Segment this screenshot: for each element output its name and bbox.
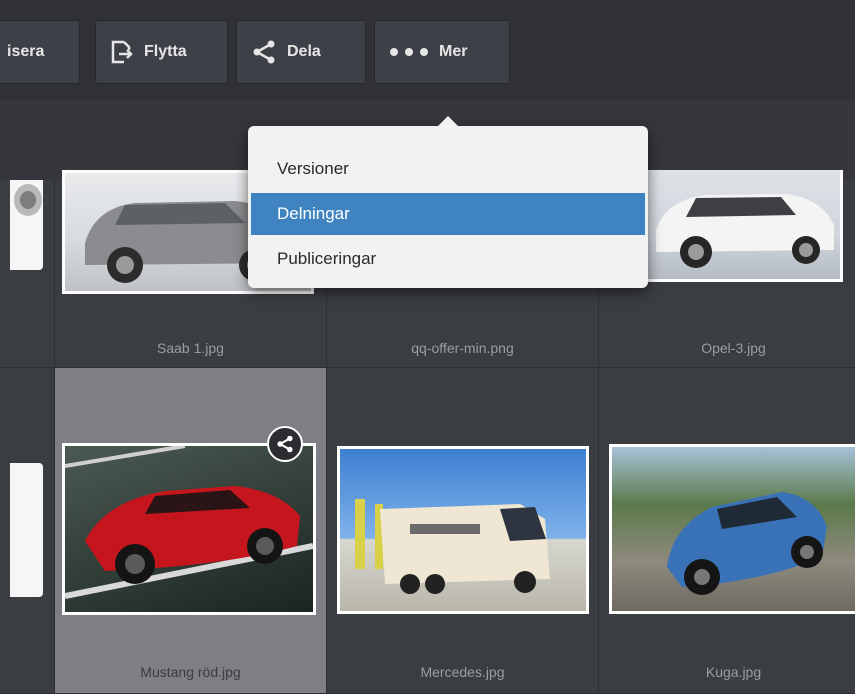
- car-graphic: [667, 492, 827, 595]
- more-button[interactable]: Mer: [374, 20, 510, 84]
- more-button-label: Mer: [439, 43, 468, 60]
- file-tile[interactable]: [0, 180, 55, 368]
- move-button[interactable]: Flytta: [95, 20, 228, 84]
- thumbnail-image: [609, 444, 855, 614]
- move-icon: [110, 39, 134, 65]
- more-dots-icon: [389, 47, 429, 57]
- car-graphic: [656, 194, 834, 268]
- dropdown-arrow: [438, 116, 458, 126]
- file-caption: Kuga.jpg: [705, 664, 762, 680]
- car-graphic: [65, 446, 313, 599]
- menu-item-publications[interactable]: Publiceringar: [251, 238, 645, 280]
- file-caption: Saab 1.jpg: [157, 340, 224, 356]
- toolbar: isera Flytta Dela Mer: [0, 0, 855, 100]
- file-caption: qq-offer-min.png: [411, 340, 514, 356]
- menu-item-shares[interactable]: Delningar: [251, 193, 645, 235]
- truck-graphic: [355, 499, 550, 594]
- thumbnail-image: [10, 180, 43, 270]
- share-button[interactable]: Dela: [236, 20, 366, 84]
- share-button-label: Dela: [287, 43, 321, 60]
- file-caption: Mustang röd.jpg: [140, 664, 241, 680]
- share-icon: [251, 39, 277, 65]
- file-tile[interactable]: Mercedes.jpg: [327, 368, 599, 694]
- thumbnail-image: [337, 446, 589, 614]
- car-wheel-graphic: [14, 184, 42, 216]
- move-button-label: Flytta: [144, 43, 187, 60]
- file-tile[interactable]: Kuga.jpg: [599, 368, 855, 694]
- file-caption: Opel-3.jpg: [701, 340, 766, 356]
- organize-button-label: isera: [7, 43, 45, 60]
- file-tile[interactable]: [0, 368, 55, 694]
- file-caption: Mercedes.jpg: [420, 664, 505, 680]
- menu-item-versions[interactable]: Versioner: [251, 148, 645, 190]
- file-tile-selected[interactable]: Mustang röd.jpg: [55, 368, 327, 694]
- thumbnail-image: [10, 463, 43, 597]
- organize-button[interactable]: isera: [0, 20, 80, 84]
- more-dropdown-menu: Versioner Delningar Publiceringar: [248, 116, 648, 288]
- shared-badge-icon[interactable]: [267, 426, 303, 462]
- thumbnail-image: [62, 443, 316, 615]
- thumbnail-image: [643, 170, 843, 282]
